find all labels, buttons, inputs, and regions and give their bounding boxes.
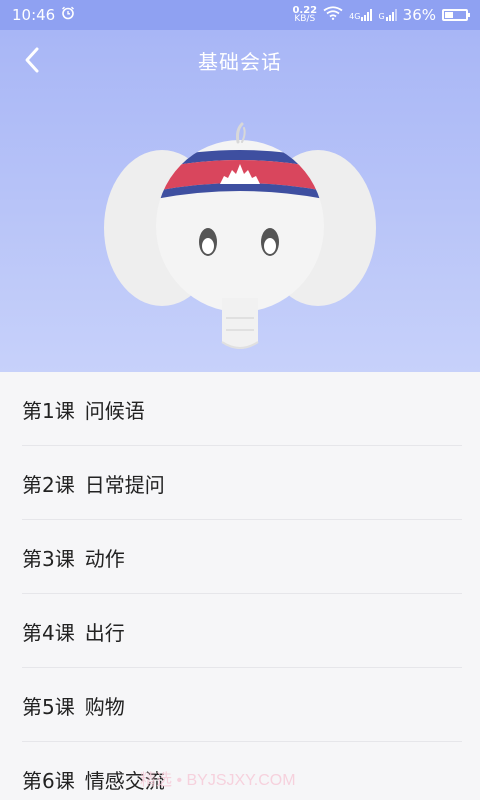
alarm-icon [61,6,75,24]
lesson-name: 问候语 [84,398,145,423]
battery-percent: 36% [402,6,436,24]
app-screen: 10:46 0.22 KB/S 4G G 36% 基础会话 第1课 问候语 第2… [0,0,480,800]
lesson-row-4[interactable]: 第4课 出行 [0,594,480,668]
back-button[interactable] [12,40,52,80]
lesson-name: 日常提问 [84,472,165,497]
lesson-number: 第2课 [22,472,75,497]
signal-2-label: G [378,12,385,21]
lesson-name: 出行 [84,620,125,645]
status-time: 10:46 [12,6,56,24]
lesson-list: 第1课 问候语 第2课 日常提问 第3课 动作 第4课 出行 第5课 购物 第6课 情感交流 [0,372,480,800]
lesson-label: 第1课 问候语 [22,395,145,424]
chevron-left-icon [25,47,39,73]
lesson-label: 第5课 购物 [22,691,125,720]
lesson-number: 第6课 [22,768,75,793]
status-bar: 10:46 0.22 KB/S 4G G 36% [0,0,480,30]
lesson-label: 第2课 日常提问 [22,469,165,498]
battery-icon [442,9,470,21]
lesson-label: 第3课 动作 [22,543,125,572]
lesson-number: 第4课 [22,620,75,645]
signal-bars-2-icon [385,9,397,21]
network-speed-unit: KB/S [294,14,316,24]
status-right: 0.22 KB/S 4G G 36% [292,6,470,24]
top-bar: 基础会话 [0,30,480,90]
signal-1: 4G [349,9,373,21]
wifi-icon [323,6,343,24]
lesson-row-5[interactable]: 第5课 购物 [0,668,480,742]
status-left: 10:46 [12,6,75,24]
lesson-number: 第3课 [22,546,75,571]
lesson-label: 第4课 出行 [22,617,125,646]
watermark: 精选 • BYJSJXY.COM [140,772,296,789]
hero-banner: 基础会话 [0,30,480,372]
lesson-name: 购物 [84,694,125,719]
signal-2: G [378,9,397,21]
lesson-number: 第1课 [22,398,75,423]
lesson-row-3[interactable]: 第3课 动作 [0,520,480,594]
lesson-row-1[interactable]: 第1课 问候语 [0,372,480,446]
lesson-number: 第5课 [22,694,75,719]
network-speed: 0.22 KB/S [292,6,317,24]
signal-bars-icon [361,9,373,21]
page-title: 基础会话 [198,49,282,74]
signal-1-label: 4G [349,12,361,21]
lesson-row-2[interactable]: 第2课 日常提问 [0,446,480,520]
lesson-name: 动作 [84,546,125,571]
elephant-mascot-icon [104,122,376,349]
